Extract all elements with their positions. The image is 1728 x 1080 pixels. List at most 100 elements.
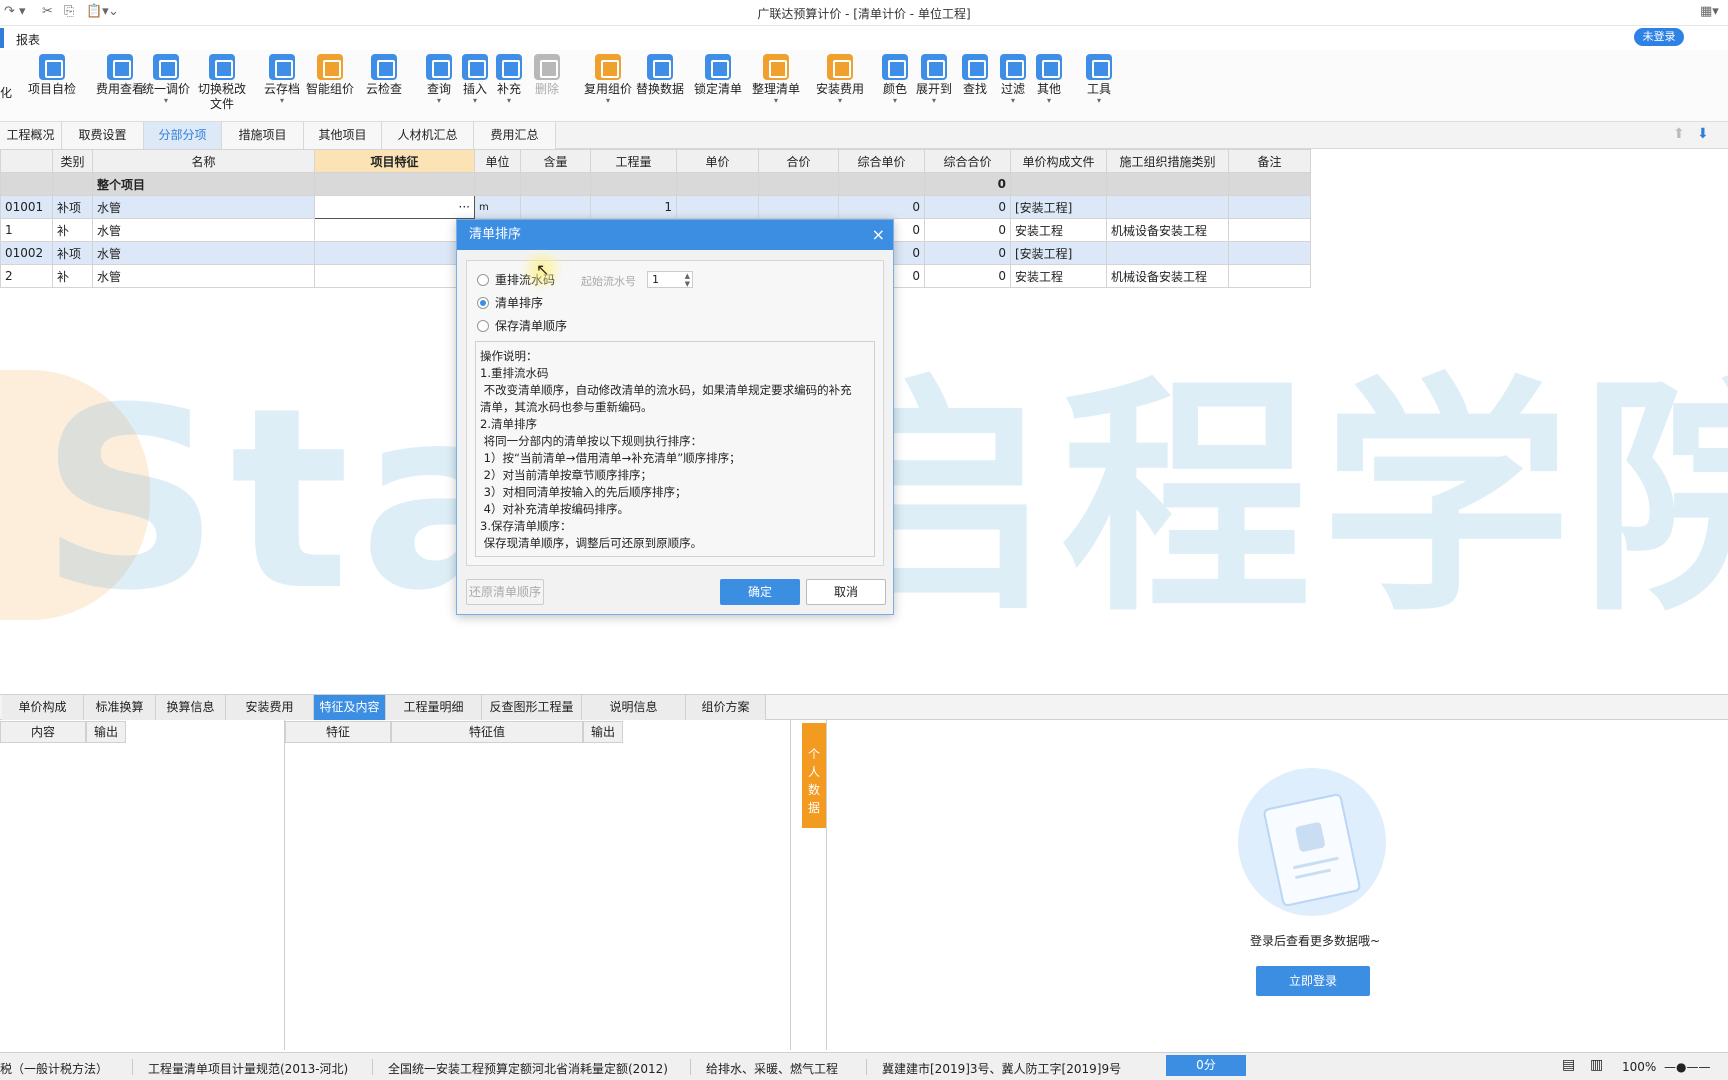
toolbar-filter-button[interactable]: 过滤 ▾ [1000, 54, 1026, 105]
radio-icon[interactable] [477, 320, 489, 332]
cell-name[interactable]: 水管 [92, 241, 315, 265]
toolbar-smart-price-button[interactable]: 智能组价 [306, 54, 354, 97]
login-button[interactable]: 立即登录 [1256, 966, 1370, 996]
column-header[interactable]: 单价构成文件 [1010, 149, 1107, 173]
login-status-badge[interactable]: 未登录 [1634, 28, 1684, 46]
tab-0[interactable]: 工程概况 [0, 122, 62, 149]
cell-name[interactable]: 水管 [92, 264, 315, 288]
close-icon[interactable]: × [872, 220, 885, 250]
chevron-down-icon[interactable]: ▾ [816, 97, 864, 105]
cell-price[interactable] [676, 195, 759, 219]
cell-total[interactable]: 0 [924, 195, 1011, 219]
chevron-down-icon[interactable]: ▾ [882, 97, 908, 105]
cell-note[interactable] [1228, 218, 1311, 242]
chevron-down-icon[interactable]: ▾ [752, 97, 800, 105]
toolbar-organize-button[interactable]: 整理清单 ▾ [752, 54, 800, 105]
cell-qty_ratio[interactable] [520, 195, 591, 219]
move-down-icon[interactable]: ⬇ [1697, 126, 1709, 142]
cell-unit_total[interactable]: 0 [838, 195, 925, 219]
toolbar-expand-button[interactable]: 展开到 ▾ [916, 54, 952, 105]
column-header[interactable]: 类别 [52, 149, 93, 173]
restore-order-button[interactable]: 还原清单顺序 [466, 579, 544, 605]
cell-measure[interactable] [1106, 195, 1229, 219]
layout-grid-icon[interactable]: ▦▾ [1700, 4, 1719, 19]
panel-divider[interactable] [284, 720, 285, 1050]
ok-button[interactable]: 确定 [720, 579, 800, 605]
toolbar-tax-switch-button[interactable]: 切换税改文件 [196, 54, 248, 112]
column-header[interactable]: 合价 [758, 149, 839, 173]
cell-measure[interactable] [1106, 241, 1229, 265]
column-header[interactable]: 施工组织措施类别 [1106, 149, 1229, 173]
toolbar-reuse-price-button[interactable]: 复用组价 ▾ [584, 54, 632, 105]
cell-type[interactable]: 补 [52, 218, 93, 242]
toolbar-fee-button[interactable]: 费用查看 [96, 54, 144, 97]
menu-item-report[interactable]: 报表 [16, 31, 40, 48]
cell-unit[interactable]: m [474, 195, 521, 219]
table-row[interactable]: 01001 补项 水管 ··· m 1 0 0 [安装工程] [0, 195, 1311, 219]
cell-name[interactable]: 水管 [92, 218, 315, 242]
cell-file[interactable]: [安装工程] [1010, 241, 1107, 265]
chevron-down-icon[interactable]: ▾ [426, 97, 452, 105]
cell-note[interactable] [1228, 264, 1311, 288]
tab-1[interactable]: 取费设置 [62, 122, 144, 149]
cell-note[interactable] [1228, 195, 1311, 219]
cancel-button[interactable]: 取消 [806, 579, 886, 605]
cell-qty[interactable]: 1 [590, 195, 677, 219]
toolbar-cloud-save-button[interactable]: 云存档 ▾ [264, 54, 300, 105]
stepper-arrows-icon[interactable]: ▲ ▼ [685, 272, 690, 288]
panel-divider-2[interactable] [790, 720, 791, 1050]
chevron-down-icon[interactable]: ▾ [1086, 97, 1112, 105]
tab-4[interactable]: 其他项目 [304, 122, 382, 149]
detail-tab-2[interactable]: 换算信息 [156, 695, 226, 720]
detail-tab-4[interactable]: 特征及内容 [314, 695, 386, 720]
personal-data-tab[interactable]: 个人数据 [802, 723, 826, 828]
cell-total[interactable]: 0 [924, 241, 1011, 265]
cell-type[interactable]: 补项 [52, 195, 93, 219]
toolbar-left-fragment[interactable]: 化 [0, 84, 12, 101]
tab-3[interactable]: 措施项目 [222, 122, 304, 149]
chevron-down-icon[interactable]: ▾ [584, 97, 632, 105]
toolbar-install-fee-button[interactable]: 安装费用 ▾ [816, 54, 864, 105]
toolbar-color-button[interactable]: 颜色 ▾ [882, 54, 908, 105]
chevron-down-icon[interactable]: ▾ [916, 97, 952, 105]
chevron-down-icon[interactable]: ▾ [462, 97, 488, 105]
cell-feature[interactable] [314, 218, 475, 242]
cell-file[interactable]: 安装工程 [1010, 218, 1107, 242]
toolbar-delete-button[interactable]: 删除 [534, 54, 560, 97]
column-header[interactable]: 项目特征 [314, 149, 475, 173]
toolbar-supplement-button[interactable]: 补充 ▾ [496, 54, 522, 105]
detail-tab-8[interactable]: 组价方案 [686, 695, 766, 720]
toolbar-replace-data-button[interactable]: 替换数据 [636, 54, 684, 97]
column-header[interactable]: 单价 [676, 149, 759, 173]
chevron-down-icon[interactable]: ▾ [496, 97, 522, 105]
radio-icon[interactable] [477, 274, 489, 286]
detail-tab-1[interactable]: 标准换算 [84, 695, 156, 720]
menu-tab-indicator[interactable] [0, 28, 4, 48]
detail-tab-6[interactable]: 反查图形工程量 [482, 695, 582, 720]
cell-measure[interactable]: 机械设备安装工程 [1106, 264, 1229, 288]
view-mode-icon[interactable]: ▤ [1562, 1057, 1575, 1073]
detail-tab-0[interactable]: 单价构成 [2, 695, 84, 720]
ellipsis-icon[interactable]: ··· [459, 200, 470, 214]
cell-code[interactable]: 2 [0, 264, 53, 288]
cell-measure[interactable]: 机械设备安装工程 [1106, 218, 1229, 242]
move-up-icon[interactable]: ⬆ [1673, 126, 1685, 142]
cell-code[interactable]: 1 [0, 218, 53, 242]
cell-feature[interactable] [314, 241, 475, 265]
toolbar-other-button[interactable]: 其他 ▾ [1036, 54, 1062, 105]
column-header[interactable]: 名称 [92, 149, 315, 173]
chevron-down-icon[interactable]: ▾ [1000, 97, 1026, 105]
cell-code[interactable]: 01002 [0, 241, 53, 265]
cell-amount[interactable] [758, 195, 839, 219]
toolbar-find-button[interactable]: 查找 [962, 54, 988, 97]
column-header[interactable]: 含量 [520, 149, 591, 173]
column-header[interactable]: 综合单价 [838, 149, 925, 173]
column-header[interactable]: 工程量 [590, 149, 677, 173]
option-sort[interactable]: 清单排序 [477, 294, 543, 311]
cell-note[interactable] [1228, 241, 1311, 265]
tab-6[interactable]: 费用汇总 [474, 122, 556, 149]
toolbar-query-button[interactable]: 查询 ▾ [426, 54, 452, 105]
column-header[interactable] [0, 149, 53, 173]
cell-code[interactable]: 01001 [0, 195, 53, 219]
toolbar-cloud-check-button[interactable]: 云检查 [366, 54, 402, 97]
